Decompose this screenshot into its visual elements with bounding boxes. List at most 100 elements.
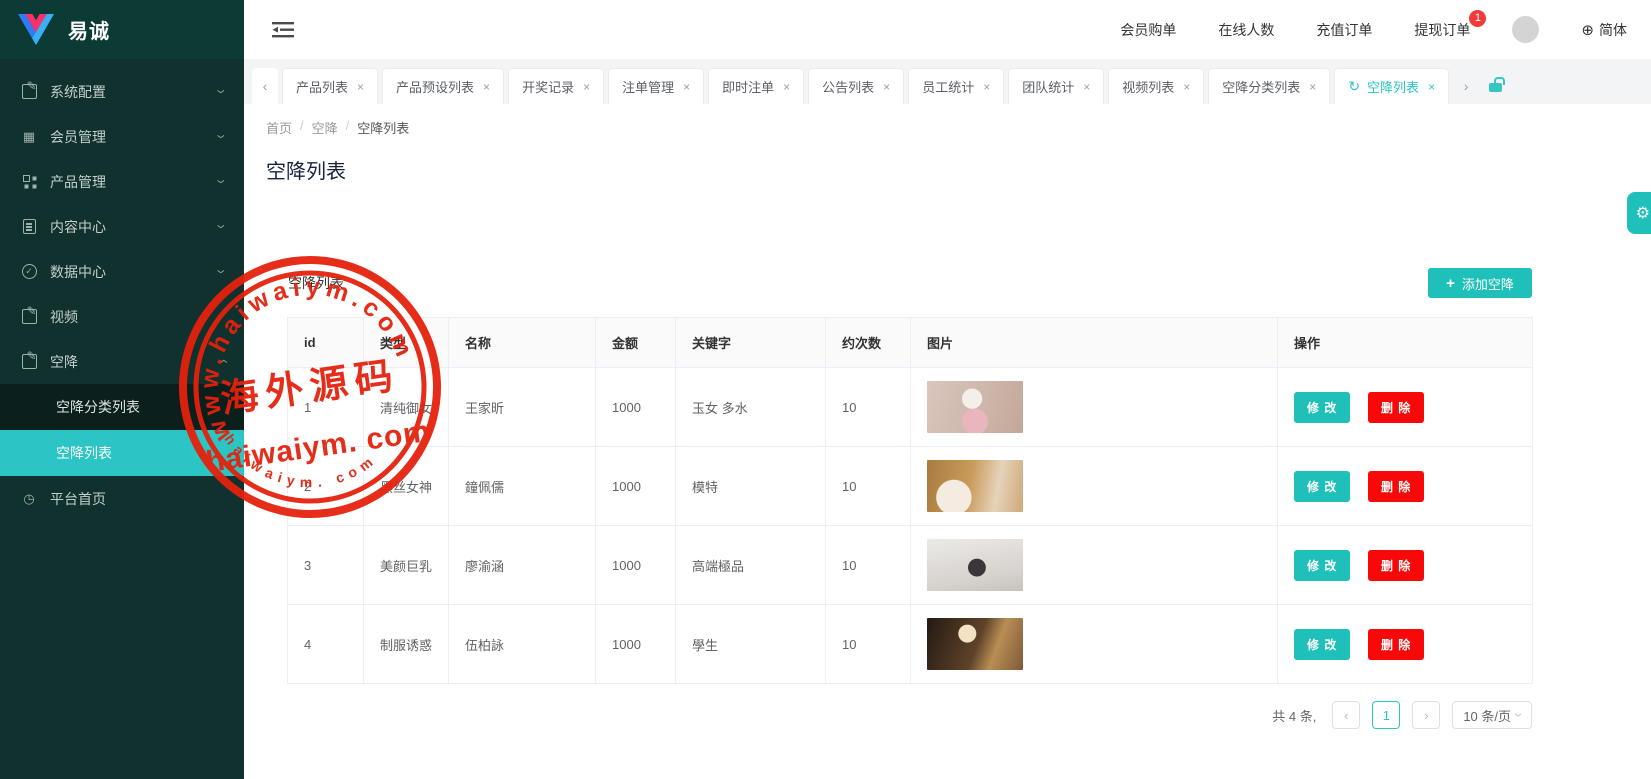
edit-button[interactable]: 修 改 xyxy=(1294,550,1350,581)
cell-times: 10 xyxy=(826,368,911,447)
sidebar-item-product-mgmt[interactable]: 产品管理 › xyxy=(0,159,244,204)
sidebar-item-airdrop-category-list[interactable]: 空降分类列表 xyxy=(0,384,244,430)
table-body: 1 清纯御女 王家昕 1000 玉女 多水 10 修 改 删 除 2 xyxy=(288,368,1533,684)
topnav-item[interactable]: 会员购单 xyxy=(1120,20,1176,40)
row-photo-thumbnail[interactable] xyxy=(927,618,1023,670)
close-icon[interactable]: × xyxy=(357,80,364,94)
close-icon[interactable]: × xyxy=(683,80,690,94)
sidebar-collapse-icon[interactable] xyxy=(272,21,294,39)
edit-button[interactable]: 修 改 xyxy=(1294,471,1350,502)
header-id: id xyxy=(288,318,364,368)
sidebar-item-airdrop[interactable]: 空降 › xyxy=(0,339,244,384)
topnav-item[interactable]: 提现订单 1 xyxy=(1414,20,1470,40)
edit-button[interactable]: 修 改 xyxy=(1294,629,1350,660)
sidebar-item-label: 产品管理 xyxy=(50,172,106,192)
cell-times: 10 xyxy=(826,447,911,526)
tab[interactable]: ↻ 空降分类列表 × xyxy=(1208,68,1330,104)
tabs-scroll-left-button[interactable]: ‹ xyxy=(252,68,278,104)
cell-amount: 1000 xyxy=(596,447,676,526)
sidebar-item-member-mgmt[interactable]: ▦ 会员管理 › xyxy=(0,114,244,159)
edit-square-icon xyxy=(20,309,38,324)
sidebar-item-platform-home[interactable]: ◷ 平台首页 xyxy=(0,476,244,521)
header-keyword: 关键字 xyxy=(676,318,826,368)
cell-photo xyxy=(911,605,1278,684)
close-icon[interactable]: × xyxy=(1183,80,1190,94)
tab[interactable]: ↻ 注单管理 × xyxy=(608,68,704,104)
breadcrumb-separator: / xyxy=(300,118,304,137)
page-size-value: 10 条/页 xyxy=(1463,706,1511,725)
close-icon[interactable]: × xyxy=(983,80,990,94)
delete-button[interactable]: 删 除 xyxy=(1368,471,1424,502)
tab[interactable]: ↻ 即时注单 × xyxy=(708,68,804,104)
sidebar-item-system-config[interactable]: 系统配置 › xyxy=(0,69,244,114)
tabs-scroll-right-button[interactable]: › xyxy=(1453,68,1479,104)
tab[interactable]: ↻ 开奖记录 × xyxy=(508,68,604,104)
tab-label: 空降分类列表 xyxy=(1222,77,1300,96)
sidebar-item-airdrop-list[interactable]: 空降列表 xyxy=(0,430,244,476)
sidebar-item-label: 内容中心 xyxy=(50,217,106,237)
delete-button[interactable]: 删 除 xyxy=(1368,550,1424,581)
breadcrumb-home[interactable]: 首页 xyxy=(266,118,292,137)
breadcrumb-airdrop[interactable]: 空降 xyxy=(312,118,338,137)
sidebar-item-data-center[interactable]: ✓ 数据中心 › xyxy=(0,249,244,294)
close-icon[interactable]: × xyxy=(1309,80,1316,94)
close-icon[interactable]: × xyxy=(783,80,790,94)
table-row: 4 制服诱惑 伍柏詠 1000 學生 10 修 改 删 除 xyxy=(288,605,1533,684)
cell-keyword: 高端極品 xyxy=(676,526,826,605)
close-icon[interactable]: × xyxy=(583,80,590,94)
sidebar-item-video[interactable]: 视频 xyxy=(0,294,244,339)
tab[interactable]: ↻ 产品预设列表 × xyxy=(382,68,504,104)
header-amount: 金额 xyxy=(596,318,676,368)
cell-name: 王家昕 xyxy=(449,368,596,447)
sidebar: 易诚 系统配置 › ▦ 会员管理 › 产品管理 › 内容中心 › ✓ 数据中心 … xyxy=(0,0,244,779)
pagination-prev-button[interactable]: ‹ xyxy=(1332,701,1360,729)
tab[interactable]: ↻ 视频列表 × xyxy=(1108,68,1204,104)
sidebar-item-label: 空降列表 xyxy=(56,443,112,463)
unlock-icon[interactable] xyxy=(1489,83,1502,92)
tab[interactable]: ↻ 员工统计 × xyxy=(908,68,1004,104)
tab[interactable]: ↻ 空降列表 × xyxy=(1334,68,1449,104)
delete-button[interactable]: 删 除 xyxy=(1368,629,1424,660)
topnav-item[interactable]: 在线人数 xyxy=(1218,20,1274,40)
topnav-item-label: 提现订单 xyxy=(1414,22,1470,38)
close-icon[interactable]: × xyxy=(483,80,490,94)
cell-keyword: 玉女 多水 xyxy=(676,368,826,447)
close-icon[interactable]: × xyxy=(883,80,890,94)
page-size-select[interactable]: 10 条/页 › xyxy=(1452,701,1532,729)
delete-button[interactable]: 删 除 xyxy=(1368,392,1424,423)
pagination-page-1[interactable]: 1 xyxy=(1372,701,1400,729)
topnav-item[interactable]: 充值订单 xyxy=(1316,20,1372,40)
refresh-icon[interactable]: ↻ xyxy=(1348,78,1360,95)
add-airdrop-button[interactable]: + 添加空降 xyxy=(1428,268,1532,298)
row-photo-thumbnail[interactable] xyxy=(927,460,1023,512)
table-icon: ▦ xyxy=(20,129,38,145)
breadcrumb-current: 空降列表 xyxy=(357,118,409,137)
chevron-up-icon: › xyxy=(212,359,232,363)
tab[interactable]: ↻ 公告列表 × xyxy=(808,68,904,104)
cell-photo xyxy=(911,368,1278,447)
edit-button[interactable]: 修 改 xyxy=(1294,392,1350,423)
tab[interactable]: ↻ 团队统计 × xyxy=(1008,68,1104,104)
tab-label: 空降列表 xyxy=(1367,77,1419,96)
table-header-row: id 类型 名称 金额 关键字 约次数 图片 操作 xyxy=(288,318,1533,368)
language-switcher[interactable]: ⊕ 简体 xyxy=(1581,20,1627,40)
avatar[interactable] xyxy=(1512,16,1539,43)
top-header: 会员购单 在线人数 充值订单 提现订单 1 ⊕ 简体 xyxy=(244,0,1651,59)
pagination-total: 共 4 条, xyxy=(1272,706,1316,725)
close-icon[interactable]: × xyxy=(1083,80,1090,94)
caret-down-icon: › xyxy=(1510,713,1528,717)
settings-gear-button[interactable]: ⚙ xyxy=(1627,192,1651,234)
pagination-next-button[interactable]: › xyxy=(1412,701,1440,729)
header-times: 约次数 xyxy=(826,318,911,368)
row-photo-thumbnail[interactable] xyxy=(927,381,1023,433)
tab-label: 公告列表 xyxy=(822,77,874,96)
chevron-down-icon: › xyxy=(212,269,232,273)
cell-type: 制服诱惑 xyxy=(364,605,449,684)
row-photo-thumbnail[interactable] xyxy=(927,539,1023,591)
close-icon[interactable]: × xyxy=(1428,80,1435,94)
cell-photo xyxy=(911,447,1278,526)
sidebar-item-content-center[interactable]: 内容中心 › xyxy=(0,204,244,249)
tab[interactable]: ↻ 产品列表 × xyxy=(282,68,378,104)
airdrop-submenu: 空降分类列表 空降列表 xyxy=(0,384,244,476)
gear-icon: ⚙ xyxy=(1636,203,1650,223)
